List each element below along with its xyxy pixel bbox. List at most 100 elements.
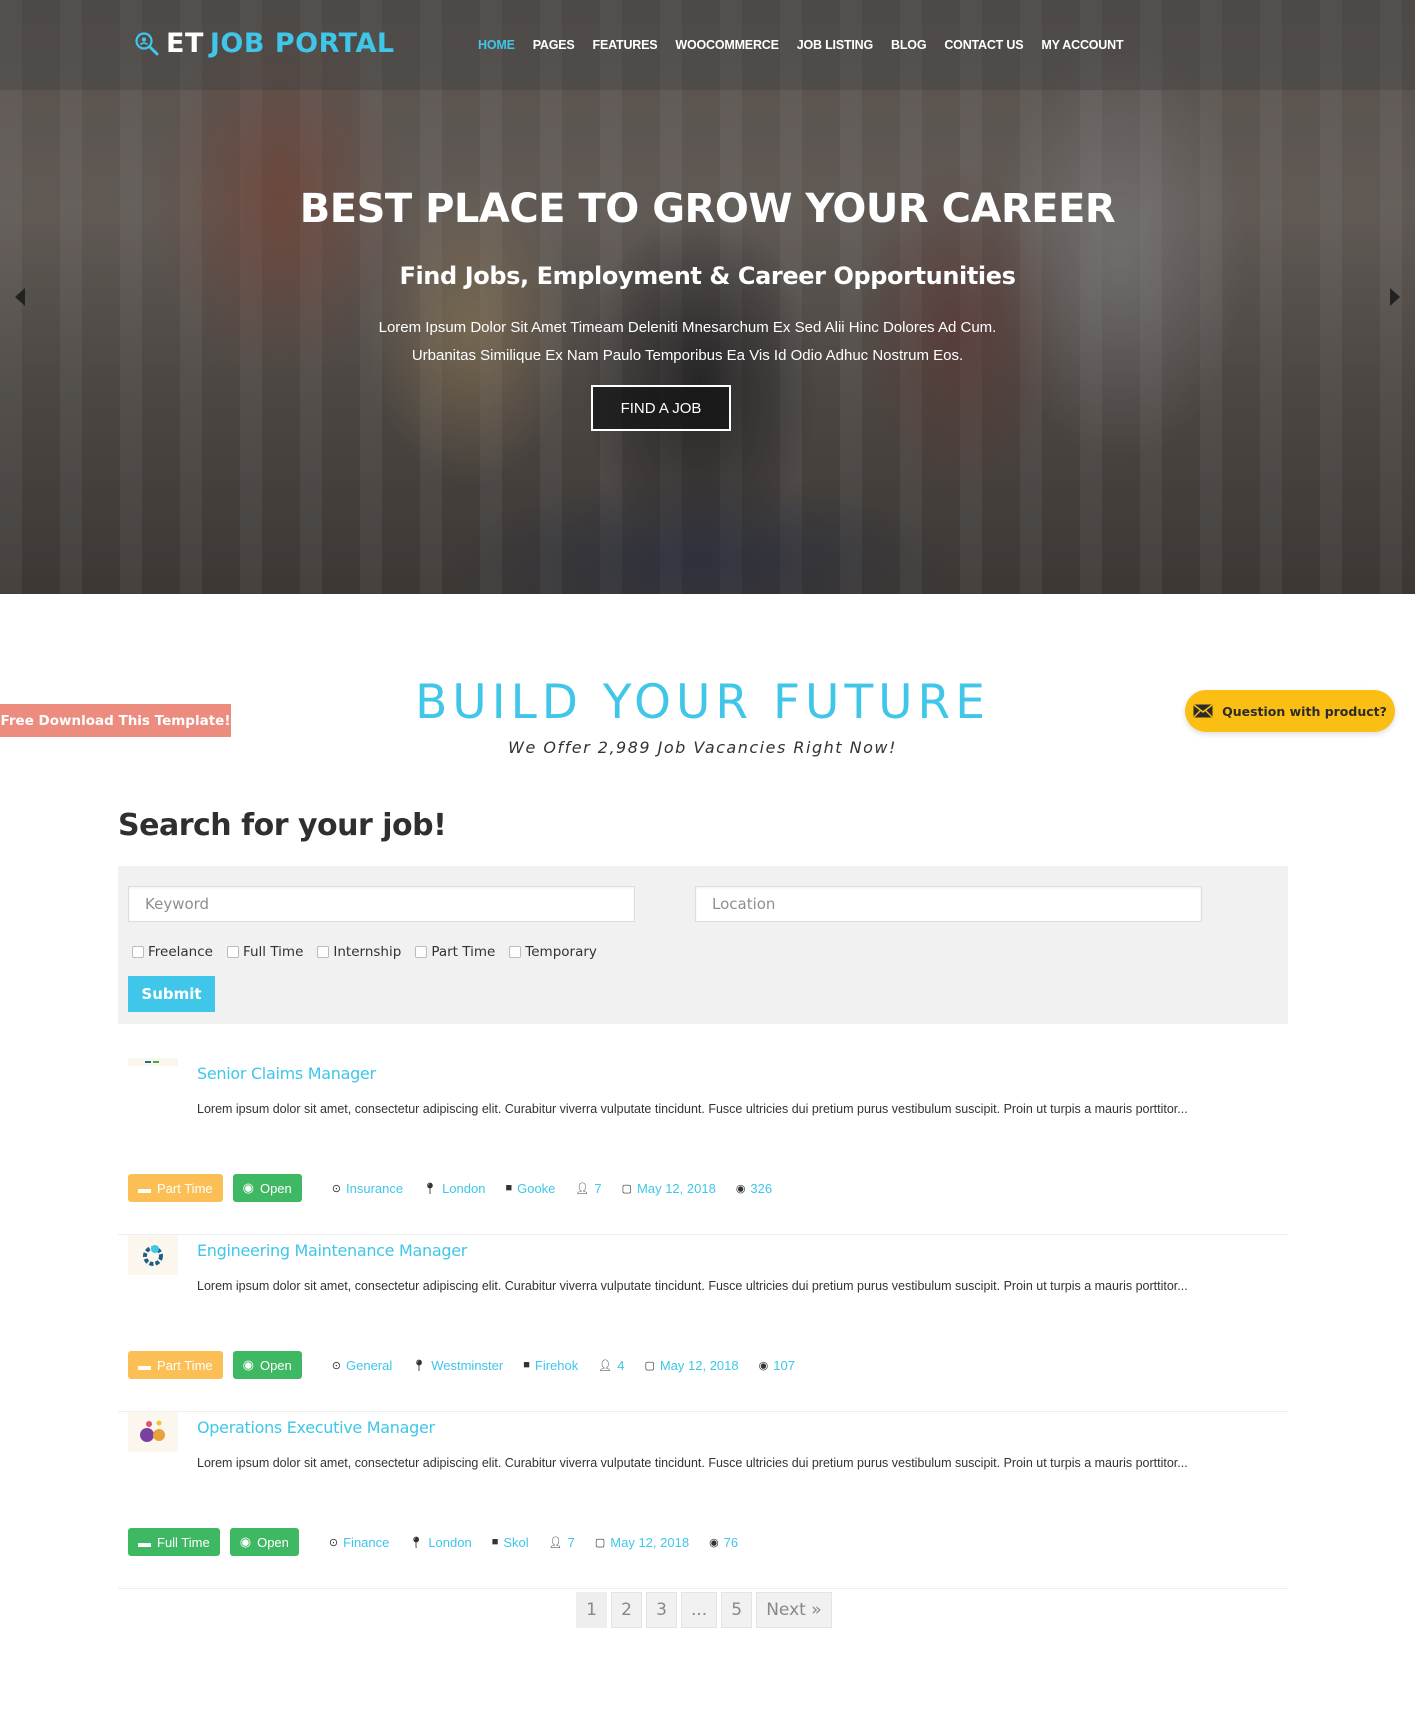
category-label[interactable]: Insurance xyxy=(346,1181,403,1196)
gear-logo-icon xyxy=(143,1245,163,1266)
user-plus-icon: 👤︎ xyxy=(575,1182,590,1195)
status-label: Open xyxy=(257,1534,289,1550)
next-page-button[interactable]: Next » xyxy=(756,1592,832,1628)
page-link[interactable]: 5 xyxy=(721,1592,753,1628)
nav-woocommerce[interactable]: WOOCOMMERCE xyxy=(675,38,779,52)
calendar-icon: ▢ xyxy=(621,1182,633,1195)
eye-icon: ◉ xyxy=(709,1536,719,1549)
checkbox[interactable] xyxy=(226,946,239,958)
page-link[interactable]: 2 xyxy=(611,1592,642,1628)
nav-pages[interactable]: PAGES xyxy=(533,38,575,52)
filter-part-time[interactable]: Part Time xyxy=(415,944,495,960)
briefcase-icon: ■ xyxy=(523,1359,530,1371)
map-marker-icon: 📍︎ xyxy=(412,1359,427,1372)
slider-prev-icon[interactable] xyxy=(15,288,25,306)
nav-home[interactable]: HOME xyxy=(478,38,515,52)
briefcase-icon: ▬ xyxy=(138,1534,151,1550)
job-meta: ▬ Part Time ◉ Open ⊙ General 📍︎ Westminster … xyxy=(128,1351,795,1379)
hero-title: BEST PLACE TO GROW YOUR CAREER xyxy=(299,186,1116,232)
job-views: ◉ 76 xyxy=(709,1535,738,1550)
job-title-link[interactable]: Operations Executive Manager xyxy=(197,1418,435,1437)
keyword-input[interactable] xyxy=(128,886,635,922)
job-location[interactable]: 📍︎ London xyxy=(423,1181,485,1196)
job-category[interactable]: ⊙ Finance xyxy=(329,1535,389,1550)
target-icon: ⊙ xyxy=(331,1359,341,1372)
filter-label: Full Time xyxy=(242,944,304,960)
section-title: BUILD YOUR FUTURE xyxy=(415,675,990,730)
briefcase-icon: ■ xyxy=(505,1182,513,1194)
job-company[interactable]: ■ Skol xyxy=(492,1535,529,1550)
location-label[interactable]: London xyxy=(442,1181,485,1196)
user-plus-icon: 👤︎ xyxy=(548,1536,563,1549)
job-company[interactable]: ■ Gooke xyxy=(505,1181,555,1196)
job-location[interactable]: 📍︎ London xyxy=(409,1535,471,1550)
search-form: Freelance Full Time Internship Part Time… xyxy=(118,866,1288,1024)
company-label[interactable]: Skol xyxy=(503,1535,528,1550)
nav-features[interactable]: FEATURES xyxy=(593,38,658,52)
slider-next-icon[interactable] xyxy=(1390,288,1400,306)
checkbox[interactable] xyxy=(509,946,522,958)
job-positions: 👤︎ 7 xyxy=(549,1535,575,1550)
filter-freelance[interactable]: Freelance xyxy=(132,944,213,960)
job-positions: 👤︎ 4 xyxy=(598,1358,624,1373)
job-category[interactable]: ⊙ General xyxy=(332,1358,392,1373)
eye-icon: ◉ xyxy=(735,1182,746,1195)
checkbox[interactable] xyxy=(317,946,330,958)
status-badge: ◉ Open xyxy=(229,1528,299,1556)
status-badge: ◉ Open xyxy=(232,1351,302,1379)
page-ellipsis: ... xyxy=(681,1592,718,1628)
find-a-job-button[interactable]: FIND A JOB xyxy=(591,385,731,431)
filter-full-time[interactable]: Full Time xyxy=(226,944,304,960)
status-label: Open xyxy=(259,1357,292,1373)
category-label[interactable]: Finance xyxy=(343,1535,389,1550)
job-description: Lorem ipsum dolor sit amet, consectetur … xyxy=(197,1279,1188,1293)
filter-temporary[interactable]: Temporary xyxy=(509,944,597,960)
checkbox[interactable] xyxy=(415,946,428,958)
logo-prefix: ET xyxy=(166,28,204,59)
filter-internship[interactable]: Internship xyxy=(317,944,401,960)
job-description: Lorem ipsum dolor sit amet, consectetur … xyxy=(197,1102,1188,1116)
job-type-badge: ▬ Full Time xyxy=(128,1528,220,1556)
location-label[interactable]: London xyxy=(428,1535,471,1550)
location-input[interactable] xyxy=(695,886,1202,922)
job-title-link[interactable]: Senior Claims Manager xyxy=(197,1064,376,1083)
job-company[interactable]: ■ Firehok xyxy=(523,1358,578,1373)
category-label[interactable]: General xyxy=(346,1358,392,1373)
views-count: 76 xyxy=(723,1534,739,1550)
site-logo[interactable]: ET JOB PORTAL xyxy=(134,28,395,59)
company-label[interactable]: Gooke xyxy=(517,1181,555,1196)
date-label: May 12, 2018 xyxy=(659,1357,739,1373)
people-logo-icon xyxy=(140,1420,165,1442)
positions-count: 4 xyxy=(617,1357,625,1373)
status-badge: ◉ Open xyxy=(232,1174,302,1202)
location-label[interactable]: Westminster xyxy=(431,1358,503,1373)
job-location[interactable]: 📍︎ Westminster xyxy=(412,1358,503,1373)
nav-blog[interactable]: BLOG xyxy=(891,38,927,52)
header-bar: ET JOB PORTAL HOME PAGES FEATURES WOOCOM… xyxy=(0,0,1415,90)
map-marker-icon: 📍︎ xyxy=(409,1536,424,1549)
job-type-label: Part Time xyxy=(157,1357,213,1373)
positions-count: 7 xyxy=(594,1180,602,1196)
job-type-badge: ▬ Part Time xyxy=(128,1351,223,1379)
search-title: Search for your job! xyxy=(118,808,447,843)
job-type-label: Full Time xyxy=(157,1534,210,1550)
filter-label: Freelance xyxy=(148,944,213,960)
nav-my-account[interactable]: MY ACCOUNT xyxy=(1041,38,1123,52)
company-label[interactable]: Firehok xyxy=(535,1358,578,1373)
eye-icon: ◉ xyxy=(758,1359,769,1372)
page-link[interactable]: 3 xyxy=(646,1592,677,1628)
job-meta: ▬ Full Time ◉ Open ⊙ Finance 📍︎ London ■ Skol… xyxy=(128,1528,738,1556)
logo-name: JOB PORTAL xyxy=(209,28,395,59)
job-category[interactable]: ⊙ Insurance xyxy=(332,1181,403,1196)
nav-job-listing[interactable]: JOB LISTING xyxy=(797,38,873,52)
nav-contact-us[interactable]: CONTACT US xyxy=(944,38,1023,52)
job-views: ◉ 107 xyxy=(759,1358,795,1373)
pagination: 1 2 3 ... 5 Next » xyxy=(576,1592,832,1628)
submit-button[interactable]: Submit xyxy=(128,976,215,1012)
checkbox[interactable] xyxy=(132,946,144,958)
views-count: 326 xyxy=(750,1180,773,1196)
eye-icon: ◉ xyxy=(242,1357,254,1372)
views-count: 107 xyxy=(773,1357,795,1373)
job-title-link[interactable]: Engineering Maintenance Manager xyxy=(197,1241,467,1260)
company-logo xyxy=(128,1058,178,1066)
